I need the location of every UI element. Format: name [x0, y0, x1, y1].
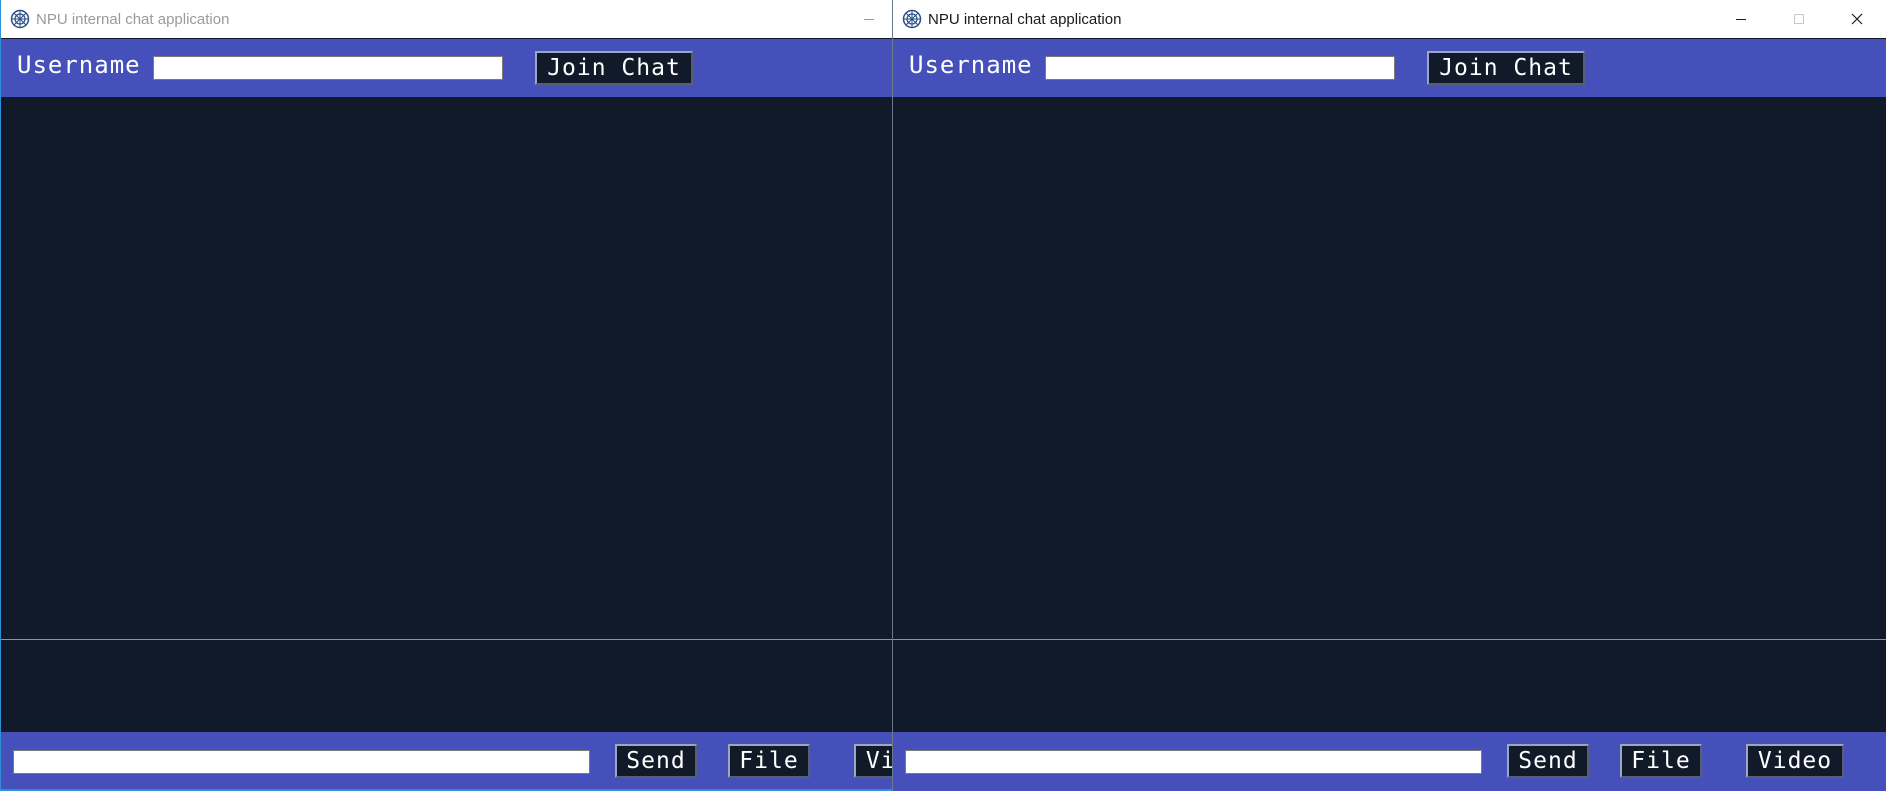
username-input[interactable] [153, 56, 503, 80]
header-bar: Username Join Chat [1, 39, 892, 97]
secondary-panel [893, 641, 1886, 732]
file-button[interactable]: File [728, 744, 810, 778]
minimize-icon[interactable] [840, 0, 892, 38]
window-title: NPU internal chat application [928, 10, 1122, 28]
file-button[interactable]: File [1620, 744, 1702, 778]
composer-bar: Send File Video [893, 732, 1886, 791]
video-button[interactable]: Video [1746, 744, 1844, 778]
close-icon[interactable] [1828, 0, 1886, 38]
messages-panel[interactable] [893, 97, 1886, 640]
username-input[interactable] [1045, 56, 1395, 80]
message-input[interactable] [13, 750, 590, 774]
send-button[interactable]: Send [615, 744, 697, 778]
username-label: Username [909, 51, 1033, 79]
title-bar[interactable]: NPU internal chat application [893, 0, 1886, 38]
secondary-panel [1, 641, 892, 732]
window-title: NPU internal chat application [36, 10, 230, 28]
join-chat-button[interactable]: Join Chat [535, 51, 693, 85]
messages-panel[interactable] [1, 97, 892, 640]
chat-window-right: NPU internal chat application Username J… [892, 0, 1886, 791]
minimize-icon[interactable] [1712, 0, 1770, 38]
header-bar: Username Join Chat [893, 39, 1886, 97]
username-label: Username [17, 51, 141, 79]
maximize-icon[interactable] [1770, 0, 1828, 38]
npu-logo-icon [902, 9, 922, 29]
npu-logo-icon [10, 9, 30, 29]
send-button[interactable]: Send [1507, 744, 1589, 778]
join-chat-button[interactable]: Join Chat [1427, 51, 1585, 85]
message-input[interactable] [905, 750, 1482, 774]
composer-bar: Send File Video [1, 732, 892, 789]
video-button[interactable]: Video [854, 744, 892, 778]
chat-window-left: NPU internal chat application Username J… [0, 0, 892, 791]
title-bar[interactable]: NPU internal chat application [1, 0, 892, 38]
